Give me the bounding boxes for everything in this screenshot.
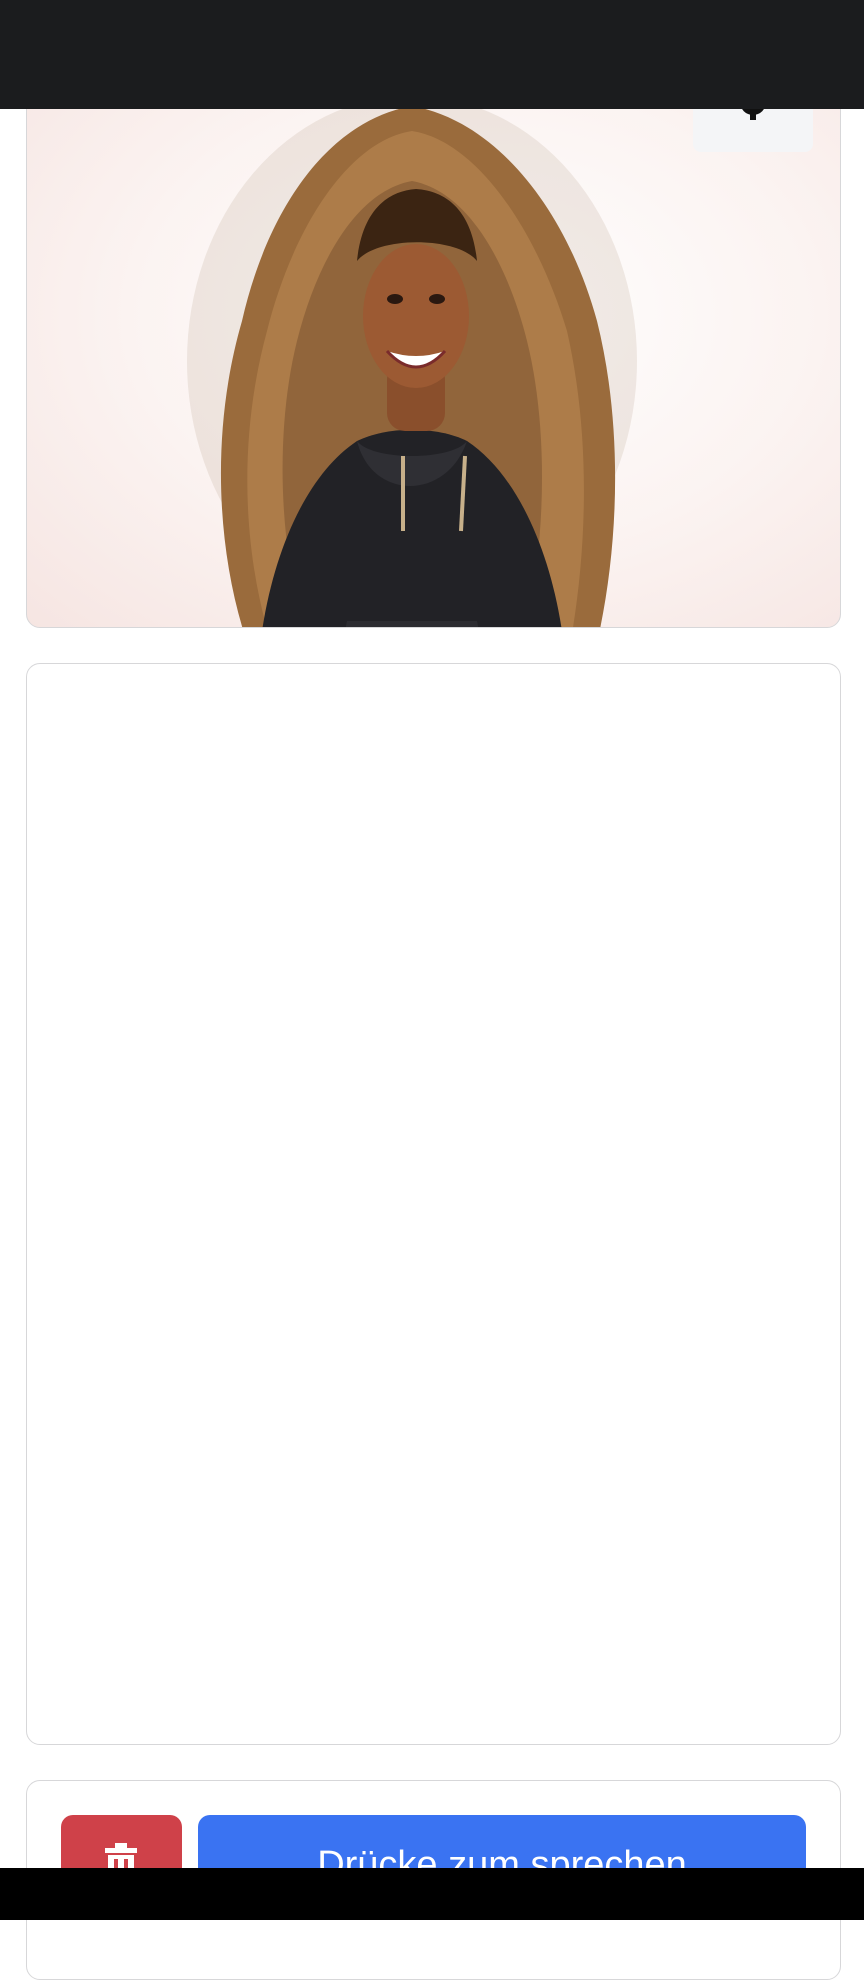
navigation-bar [0, 1868, 864, 1920]
conversation-panel [26, 663, 841, 1745]
status-bar [0, 0, 864, 109]
